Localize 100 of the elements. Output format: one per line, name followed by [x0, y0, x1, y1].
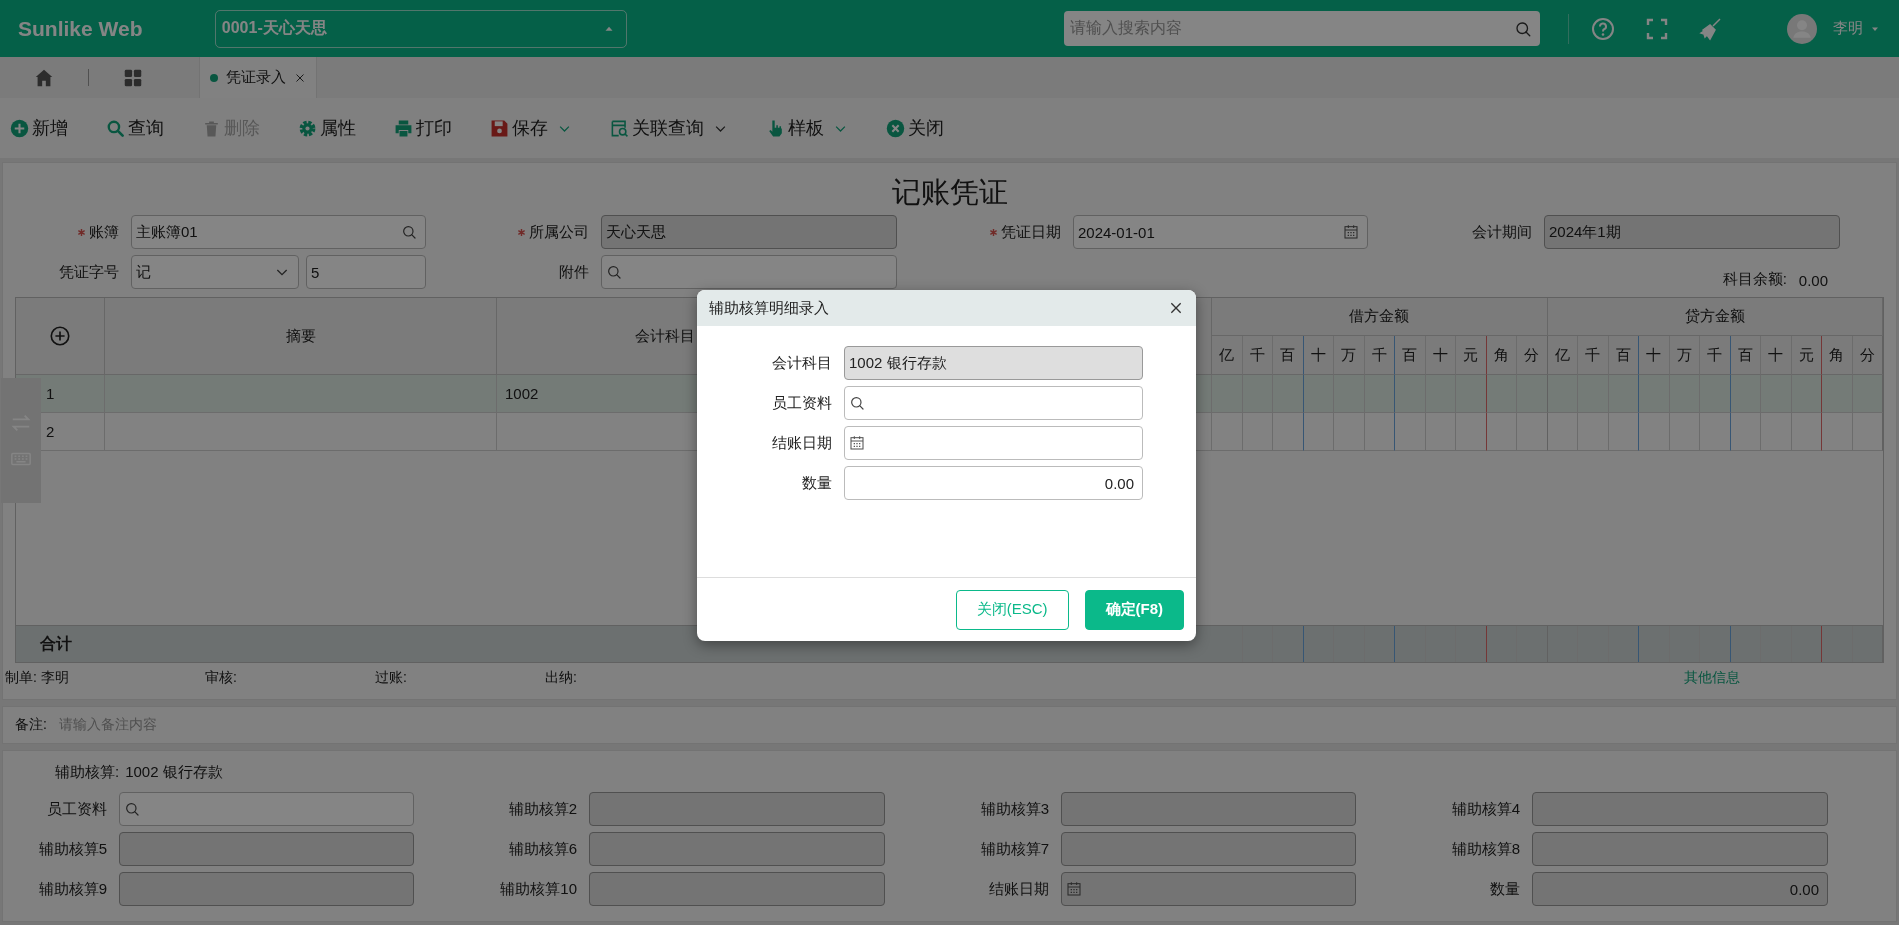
- table-cell: [1761, 626, 1792, 662]
- digit-header: 角: [1822, 336, 1853, 375]
- digit-header: 元: [1791, 336, 1822, 375]
- input-field[interactable]: [119, 832, 414, 866]
- brand-logo: Sunlike Web: [18, 16, 144, 41]
- search-icon: [606, 264, 622, 280]
- balance-value: 0.00: [1798, 272, 1828, 289]
- table-cell: [1303, 626, 1334, 662]
- broom-icon: [1699, 16, 1723, 41]
- table-cell: [1486, 626, 1517, 662]
- number-field[interactable]: 0.00: [1532, 872, 1828, 906]
- digit-header: 元: [1456, 336, 1487, 375]
- table-cell: [1273, 375, 1304, 413]
- digit-header: 千: [1700, 336, 1731, 375]
- number-field[interactable]: 5: [306, 255, 426, 289]
- digit-header: 百: [1730, 336, 1761, 375]
- cancel-button[interactable]: 关闭(ESC): [955, 589, 1069, 630]
- input-field[interactable]: 1002 银行存款: [844, 346, 1143, 380]
- date-field[interactable]: 2024-01-01: [1073, 215, 1368, 249]
- tab[interactable]: 凭证录入: [199, 57, 317, 98]
- toolbar-button[interactable]: 样板: [766, 116, 848, 140]
- input-field[interactable]: [589, 832, 885, 866]
- toolbar-button[interactable]: 关闭: [886, 116, 944, 140]
- field-label: 辅助核算4: [1451, 799, 1520, 819]
- table-cell: [1242, 626, 1273, 662]
- digit-header: 角: [1486, 336, 1517, 375]
- field-label: 凭证字号: [59, 262, 119, 282]
- lookup-field[interactable]: 主账簿01: [131, 215, 426, 249]
- search-icon: [401, 224, 417, 240]
- input-field[interactable]: [589, 792, 885, 826]
- digit-header: 百: [1395, 336, 1426, 375]
- digit-header: 分: [1852, 336, 1883, 375]
- lookup-field[interactable]: [844, 386, 1143, 420]
- confirm-button[interactable]: 确定(F8): [1084, 589, 1184, 630]
- field-label: 员工资料: [47, 799, 107, 819]
- calendar-icon: [1066, 881, 1082, 897]
- select-field[interactable]: 记: [131, 255, 299, 289]
- digit-header: 分: [1517, 336, 1548, 375]
- table-cell: [1456, 626, 1487, 662]
- input-field[interactable]: [119, 872, 414, 906]
- input-field[interactable]: [1061, 832, 1356, 866]
- fullscreen-icon: [1645, 16, 1669, 41]
- table-cell: [1730, 375, 1761, 413]
- number-field[interactable]: 0.00: [844, 466, 1143, 500]
- table-cell: [1547, 626, 1578, 662]
- field-label: 辅助核算8: [1451, 839, 1520, 859]
- column-header: 摘要: [105, 298, 497, 375]
- field-label: 辅助核算9: [38, 879, 107, 899]
- table-cell: [1608, 375, 1639, 413]
- balance-label: 科目余额:: [1722, 270, 1787, 289]
- table-cell: [1456, 375, 1487, 413]
- dialog-title: 辅助核算明细录入: [709, 298, 829, 318]
- search-icon: [849, 395, 865, 411]
- table-cell: [1578, 626, 1609, 662]
- side-tab[interactable]: [1, 378, 41, 503]
- table-cell: [1517, 375, 1548, 413]
- table-cell: [1730, 626, 1761, 662]
- trash-icon: [202, 118, 221, 138]
- toolbar-button[interactable]: 新增: [10, 116, 68, 140]
- digit-header: 万: [1669, 336, 1700, 375]
- field-label: 数量: [1490, 879, 1520, 899]
- input-field[interactable]: 天心天思: [601, 215, 897, 249]
- lookup-field[interactable]: [601, 255, 897, 289]
- toolbar-button[interactable]: 保存: [490, 116, 572, 140]
- toolbar-button[interactable]: 关联查询: [610, 116, 728, 140]
- date-field[interactable]: [844, 426, 1143, 460]
- input-field[interactable]: [1532, 832, 1828, 866]
- input-field[interactable]: [1532, 792, 1828, 826]
- table-cell: [1425, 626, 1456, 662]
- toolbar-button[interactable]: 查询: [106, 116, 164, 140]
- table-cell: [1578, 375, 1609, 413]
- table-cell: [1425, 375, 1456, 413]
- toolbar-button[interactable]: 属性: [298, 116, 356, 140]
- toolbar-button[interactable]: 打印: [394, 116, 452, 140]
- close-button[interactable]: [1168, 300, 1184, 316]
- digit-header: 百: [1273, 336, 1304, 375]
- calendar-icon: [849, 435, 865, 451]
- field-label: 凭证日期: [1001, 222, 1061, 242]
- field-label: 附件: [559, 262, 589, 282]
- table-cell: [1273, 626, 1304, 662]
- table-cell: [1395, 375, 1426, 413]
- input-field[interactable]: 2024年1期: [1544, 215, 1840, 249]
- table-cell: [1791, 375, 1822, 413]
- signature-text: 出纳:: [545, 669, 578, 687]
- input-field[interactable]: [1061, 792, 1356, 826]
- table-cell: [1669, 626, 1700, 662]
- floppy-icon: [490, 118, 509, 138]
- add-icon: [49, 325, 71, 347]
- input-field[interactable]: [589, 872, 885, 906]
- table-cell: [1303, 375, 1334, 413]
- lookup-field[interactable]: [119, 792, 414, 826]
- table-cell: [1364, 375, 1395, 413]
- add-icon: [10, 118, 29, 138]
- aux-label: 辅助核算:: [55, 763, 120, 782]
- field-label: 辅助核算2: [508, 799, 577, 819]
- voucher-title: 记账凭证: [891, 176, 1008, 208]
- column-header: 借方金额: [1212, 298, 1548, 336]
- date-field[interactable]: [1061, 872, 1356, 906]
- field-label: 结账日期: [772, 433, 832, 453]
- settings-icon: [298, 118, 317, 138]
